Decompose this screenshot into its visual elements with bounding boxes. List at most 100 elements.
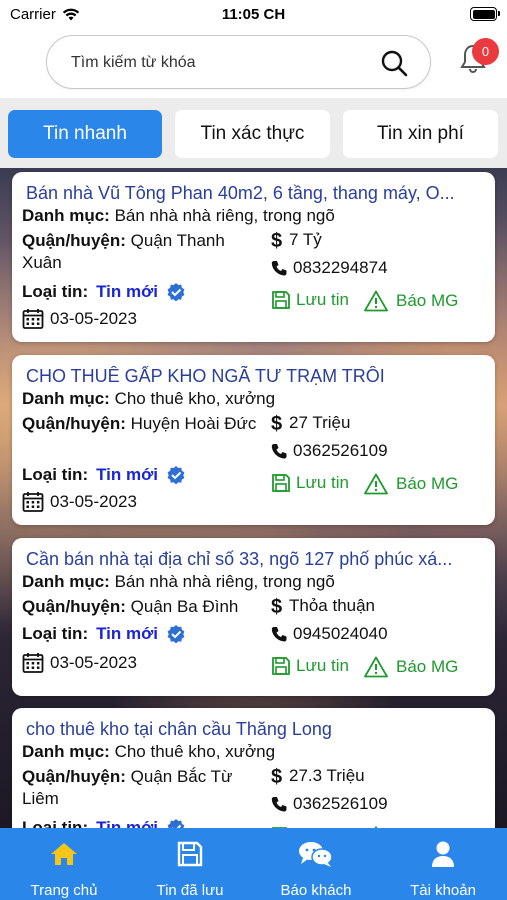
dollar-icon: $ [271,230,282,250]
nav-saved[interactable]: Tin đã lưu [127,828,253,900]
type-value: Tin mới [96,624,158,643]
dollar-icon: $ [271,596,282,616]
save-label[interactable]: Lưu tin [296,473,349,493]
listing-price: $ 27.3 Triệu [271,766,365,786]
status-time: 11:05 CH [221,6,286,23]
nav-report-label: Báo khách [280,882,352,899]
report-button[interactable]: Báo MG [364,290,458,312]
save-label[interactable]: Lưu tin [296,656,349,676]
save-button[interactable]: Lưu tin [271,290,349,310]
listing-type: Loại tin: Tin mới [22,465,186,485]
type-label: Loại tin: [22,465,89,484]
search-input[interactable]: Tìm kiếm từ khóa [46,35,431,89]
district-label: Quận/huyện: [22,767,126,786]
battery-icon [470,7,500,21]
bottom-nav: Trang chủ Tin đã lưu Báo khách Tài khoản [0,828,507,900]
tab-tin-xac-thuc[interactable]: Tin xác thực [175,110,330,158]
type-value: Tin mới [96,465,158,484]
report-label[interactable]: Báo MG [396,474,458,494]
calendar-icon [22,653,44,673]
phone-value[interactable]: 0832294874 [293,258,388,278]
listing-title[interactable]: Bán nhà Vũ Tông Phan 40m2, 6 tầng, thang… [26,183,486,204]
nav-account-label: Tài khoản [410,882,476,899]
floppy-icon [272,474,290,492]
floppy-icon [272,291,290,309]
phone-icon [271,261,287,276]
search-header: Tìm kiếm từ khóa 0 [0,30,507,98]
price-value: 7 Tỷ [289,230,322,249]
tab-tin-nhanh[interactable]: Tin nhanh [8,110,162,158]
phone-icon [271,444,287,459]
tab-tin-xin-phi[interactable]: Tin xin phí [343,110,498,158]
home-icon [51,843,77,865]
date-value: 03-05-2023 [50,492,137,511]
warning-icon [364,656,388,678]
listing-district: Quận/huyện: Quận Ba Đình [22,596,257,618]
listing-card[interactable]: Bán nhà Vũ Tông Phan 40m2, 6 tầng, thang… [12,172,495,342]
svg-text:$: $ [271,230,282,250]
type-label: Loại tin: [22,624,89,643]
search-icon[interactable] [380,49,408,77]
listing-title[interactable]: Cần bán nhà tại địa chỉ số 33, ngõ 127 p… [26,549,486,570]
floppy-icon [272,657,290,675]
report-button[interactable]: Báo MG [364,473,458,495]
save-label[interactable]: Lưu tin [296,290,349,310]
nav-account[interactable]: Tài khoản [380,828,506,900]
listing-date: 03-05-2023 [22,652,137,674]
listing-date: 03-05-2023 [22,308,137,330]
save-button[interactable]: Lưu tin [271,656,349,676]
report-label[interactable]: Báo MG [396,291,458,311]
listing-card[interactable]: Cần bán nhà tại địa chỉ số 33, ngõ 127 p… [12,538,495,696]
category-label: Danh mục: [22,206,110,225]
listing-phone[interactable]: 0362526109 [271,441,388,461]
listing-card[interactable]: cho thuê kho tại chân cầu Thăng Long Dan… [12,708,495,828]
listing-title[interactable]: CHO THUÊ GẤP KHO NGÃ TƯ TRẠM TRÔI [26,366,486,387]
district-label: Quận/huyện: [22,597,126,616]
type-label: Loại tin: [22,282,89,301]
district-value: Huyện Hoài Đức [130,414,257,433]
dollar-icon: $ [271,413,282,433]
report-button[interactable]: Báo MG [364,656,458,678]
phone-value[interactable]: 0945024040 [293,624,388,644]
phone-value[interactable]: 0362526109 [293,441,388,461]
listing-card[interactable]: CHO THUÊ GẤP KHO NGÃ TƯ TRẠM TRÔI Danh m… [12,355,495,525]
verified-icon [167,625,185,644]
calendar-icon [22,309,44,329]
listing-phone[interactable]: 0362526109 [271,794,388,814]
listing-phone[interactable]: 0832294874 [271,258,388,278]
listing-price: $ Thỏa thuận [271,596,375,616]
phone-icon [271,627,287,642]
listing-district: Quận/huyện: Quận Bắc Từ Liêm [22,766,257,810]
status-bar: Carrier 11:05 CH [0,0,507,30]
chat-icon [299,842,333,867]
category-value: Bán nhà nhà riêng, trong ngõ [114,206,335,225]
listing-category: Danh mục: Cho thuê kho, xưởng [22,389,275,409]
listing-type: Loại tin: Tin mới [22,818,186,828]
phone-value[interactable]: 0362526109 [293,794,388,814]
svg-text:$: $ [271,413,282,433]
category-value: Cho thuê kho, xưởng [114,742,276,761]
type-label: Loại tin: [22,818,89,828]
listing-category: Danh mục: Bán nhà nhà riêng, trong ngõ [22,572,335,592]
warning-icon [364,473,388,495]
listing-phone[interactable]: 0945024040 [271,624,388,644]
save-icon [177,841,203,867]
category-label: Danh mục: [22,389,110,408]
category-label: Danh mục: [22,572,110,591]
calendar-icon [22,492,44,512]
notification-badge[interactable]: 0 [472,38,499,65]
save-button[interactable]: Lưu tin [271,473,349,493]
price-value: Thỏa thuận [289,596,376,615]
nav-home[interactable]: Trang chủ [1,828,127,900]
category-value: Bán nhà nhà riêng, trong ngõ [114,572,335,591]
nav-saved-label: Tin đã lưu [156,882,224,899]
nav-report[interactable]: Báo khách [253,828,379,900]
listing-feed[interactable]: Bán nhà Vũ Tông Phan 40m2, 6 tầng, thang… [0,168,507,828]
tab-bar: Tin nhanh Tin xác thực Tin xin phí [0,98,507,168]
district-value: Quận Ba Đình [130,597,239,616]
listing-title[interactable]: cho thuê kho tại chân cầu Thăng Long [26,719,486,740]
report-label[interactable]: Báo MG [396,657,458,677]
svg-text:$: $ [271,596,282,616]
svg-text:$: $ [271,766,282,786]
type-value: Tin mới [96,282,158,301]
